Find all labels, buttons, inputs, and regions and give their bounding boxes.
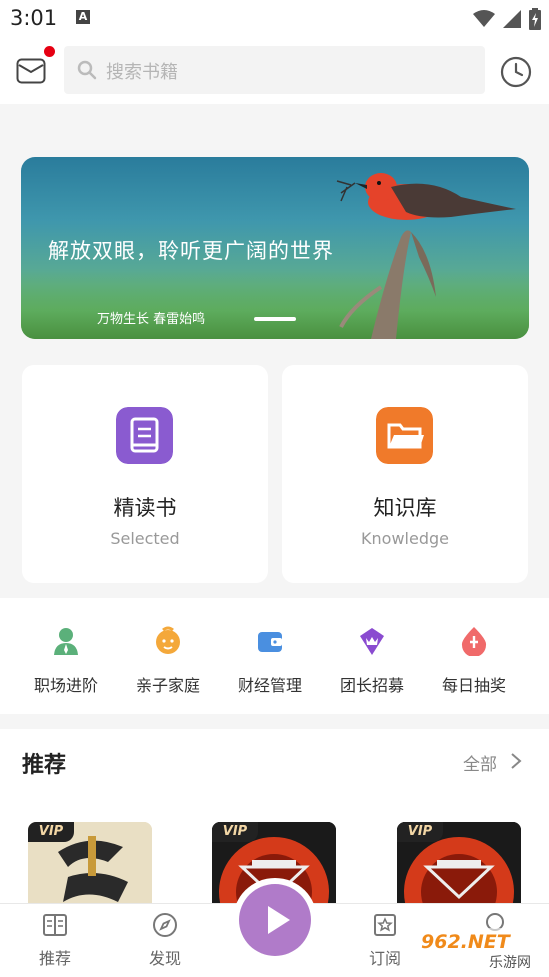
star-card-icon (374, 914, 396, 936)
book-cover[interactable]: VIP (397, 822, 521, 908)
category-label: 亲子家庭 (135, 676, 200, 695)
bird-image (336, 173, 516, 339)
wallet-icon (258, 632, 282, 652)
mail-icon[interactable] (16, 58, 46, 84)
tab-recommend[interactable]: 推荐 (15, 912, 95, 969)
system-icons (473, 8, 541, 30)
carousel-indicator (254, 317, 296, 321)
vip-badge: VIP (212, 822, 258, 842)
tab-label: 发现 (148, 949, 181, 968)
category-lottery[interactable]: 每日抽奖 (423, 626, 525, 696)
card-knowledge[interactable]: 知识库 Knowledge (282, 365, 528, 583)
banner-carousel[interactable]: 解放双眼，聆听更广阔的世界 万物生长 春雷始鸣 (21, 157, 529, 339)
tab-discover[interactable]: 发现 (125, 912, 205, 969)
vip-badge: VIP (28, 822, 74, 842)
crown-icon (360, 628, 384, 655)
card-title: 知识库 (373, 496, 437, 520)
category-recruit[interactable]: 团长招募 (321, 626, 423, 696)
status-time: 3:01 (10, 6, 58, 30)
category-career[interactable]: 职场进阶 (15, 626, 117, 696)
card-subtitle: Knowledge (361, 529, 449, 548)
watermark-top: 962.NET (421, 931, 512, 953)
play-button[interactable] (239, 884, 311, 956)
category-row: 职场进阶 亲子家庭 财经管理 团长招募 每日抽奖 (0, 598, 549, 714)
section-title: 推荐 (22, 753, 67, 778)
category-label: 团长招募 (339, 676, 404, 695)
battery-icon (529, 8, 541, 30)
wifi-icon (473, 10, 495, 27)
view-all-link[interactable]: 全部 (463, 750, 497, 775)
card-title: 精读书 (113, 496, 177, 520)
watermark-bottom: 乐游网 (489, 955, 531, 971)
category-family[interactable]: 亲子家庭 (117, 626, 219, 696)
banner-subtitle: 万物生长 春雷始鸣 (97, 312, 206, 327)
top-header: 搜索书籍 (0, 38, 549, 104)
card-subtitle: Selected (110, 529, 180, 548)
folder-icon (376, 407, 433, 464)
notification-dot (44, 46, 55, 57)
category-label: 财经管理 (237, 676, 302, 695)
category-finance[interactable]: 财经管理 (219, 626, 321, 696)
book-cover[interactable]: VIP (28, 822, 152, 908)
chevron-right-icon[interactable] (510, 752, 522, 770)
book-icon (116, 407, 173, 464)
card-selected-books[interactable]: 精读书 Selected (22, 365, 268, 583)
category-label: 每日抽奖 (441, 676, 506, 695)
search-input[interactable]: 搜索书籍 (64, 46, 485, 94)
category-label: 职场进阶 (33, 676, 98, 695)
tab-label: 推荐 (38, 949, 71, 968)
keyboard-a-icon: A (76, 10, 90, 24)
status-bar: 3:01 A (0, 0, 549, 38)
compass-icon (153, 913, 177, 937)
recommend-section: 推荐 全部 VIP VIP VIP (0, 729, 549, 908)
search-icon (77, 60, 97, 80)
book-open-icon (43, 914, 67, 936)
career-icon (54, 628, 78, 655)
search-placeholder: 搜索书籍 (106, 62, 178, 83)
play-icon (268, 906, 290, 934)
site-watermark: 962.NET 乐游网 (415, 928, 547, 971)
family-icon (156, 626, 180, 654)
lottery-icon (461, 627, 487, 656)
banner-title: 解放双眼，聆听更广阔的世界 (48, 239, 334, 263)
vip-badge: VIP (397, 822, 443, 842)
history-icon[interactable] (500, 56, 532, 88)
signal-icon (503, 10, 521, 28)
